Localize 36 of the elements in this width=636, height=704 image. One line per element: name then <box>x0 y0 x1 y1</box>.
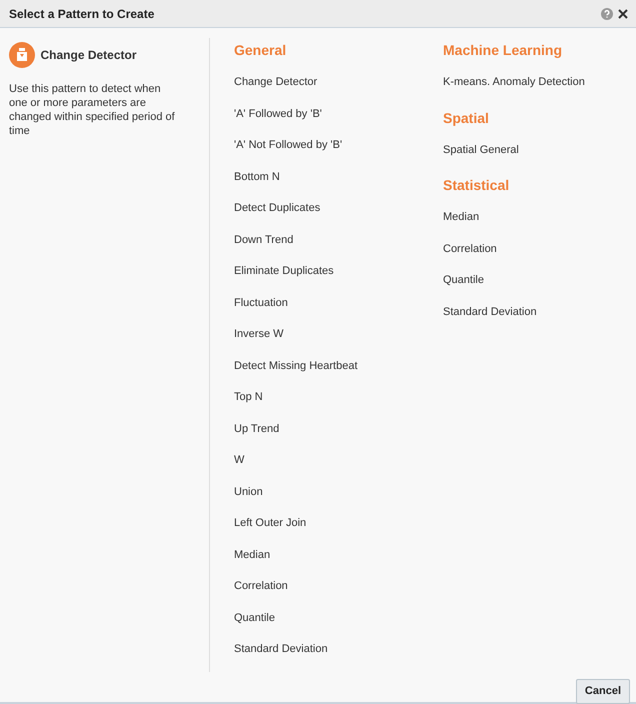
pattern-link[interactable]: Change Detector <box>234 75 318 89</box>
category-heading: Machine Learning <box>443 42 564 59</box>
pattern-link[interactable]: Correlation <box>443 242 497 256</box>
pattern-link[interactable]: Fluctuation <box>234 296 288 310</box>
pattern-link[interactable]: Standard Deviation <box>443 304 537 318</box>
pattern-link[interactable]: Detect Missing Heartbeat <box>234 358 358 372</box>
pattern-link[interactable]: Median <box>443 210 480 224</box>
pattern-link[interactable]: 'A' Followed by 'B' <box>234 106 322 120</box>
pattern-link[interactable]: Standard Deviation <box>234 642 328 656</box>
pattern-description: Use this pattern to detect when one or more parameters are changed within specified period of time <box>9 82 176 138</box>
pattern-link[interactable]: K-means. Anomaly Detection <box>443 75 585 89</box>
category-heading: General <box>234 42 288 59</box>
pattern-title: Change Detector <box>40 47 137 64</box>
pattern-link[interactable]: Inverse W <box>234 327 284 341</box>
close-icon[interactable] <box>618 8 628 18</box>
pattern-link[interactable]: 'A' Not Followed by 'B' <box>234 138 342 152</box>
pattern-link[interactable]: Spatial General <box>443 142 519 156</box>
pattern-link[interactable]: Median <box>234 548 270 562</box>
category-heading: Statistical <box>443 177 510 194</box>
pattern-link[interactable]: Top N <box>234 390 263 404</box>
pattern-icon <box>9 42 35 68</box>
pattern-link[interactable]: Quantile <box>234 610 275 624</box>
window-title: Select a Pattern to Create <box>9 6 156 22</box>
cancel-button[interactable]: Cancel <box>576 678 630 704</box>
pattern-link[interactable]: Eliminate Duplicates <box>234 264 334 278</box>
pattern-link[interactable]: Up Trend <box>234 422 280 436</box>
pattern-link[interactable]: Correlation <box>234 579 288 593</box>
pattern-link[interactable]: Quantile <box>443 273 484 287</box>
pattern-link[interactable]: Bottom N <box>234 170 280 184</box>
pattern-link[interactable]: Left Outer Join <box>234 516 306 530</box>
pattern-link[interactable]: Down Trend <box>234 232 294 246</box>
pattern-link[interactable]: W <box>234 453 244 467</box>
pattern-link[interactable]: Detect Duplicates <box>234 201 320 215</box>
category-heading: Spatial <box>443 110 490 126</box>
help-icon[interactable] <box>600 8 612 20</box>
pattern-link[interactable]: Union <box>234 484 263 498</box>
